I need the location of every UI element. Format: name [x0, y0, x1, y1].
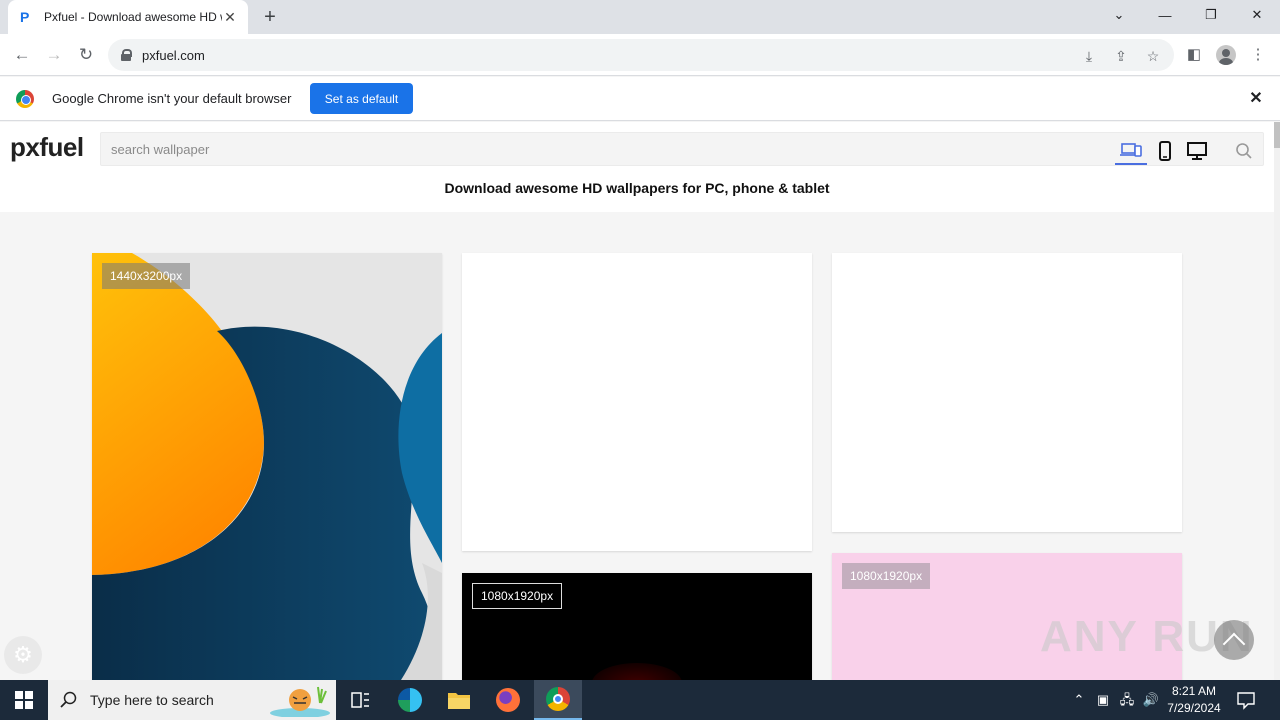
install-icon[interactable]: ⤓ — [1080, 47, 1098, 65]
search-input[interactable] — [101, 133, 1111, 165]
scroll-to-top-button[interactable] — [1214, 620, 1254, 660]
wallpaper-thumbnail — [592, 663, 682, 680]
close-tab-icon[interactable]: ✕ — [222, 9, 238, 25]
wallpaper-card[interactable]: 1440x3200px — [92, 253, 442, 680]
close-window-button[interactable]: ✕ — [1234, 0, 1280, 30]
bookmark-star-icon[interactable]: ☆ — [1144, 47, 1162, 65]
volume-icon[interactable]: 🔊 — [1142, 691, 1160, 709]
wallpaper-card[interactable] — [832, 253, 1182, 532]
scrollbar-thumb[interactable] — [1274, 122, 1280, 148]
browser-tab[interactable]: P Pxfuel - Download awesome HD wallpaper… — [8, 0, 248, 34]
task-view-icon[interactable] — [336, 680, 384, 720]
network-icon[interactable]: 🖧 — [1118, 691, 1136, 709]
pxfuel-favicon-icon: P — [20, 9, 30, 25]
resolution-label: 1080x1920px — [842, 563, 931, 589]
minimize-button[interactable]: — — [1142, 0, 1188, 30]
taskbar-search-text: Type here to search — [90, 692, 214, 708]
tab-title: Pxfuel - Download awesome HD wallpapers … — [44, 10, 222, 24]
desktop-icon[interactable] — [1181, 137, 1213, 165]
windows-start-icon[interactable] — [0, 680, 48, 720]
tab-search-icon[interactable]: ⌄ — [1096, 0, 1142, 30]
windows-taskbar: Type here to search ⌃ ▣ 🖧 🔊 8:21 AM 7/29… — [0, 680, 1280, 720]
default-browser-infobar: Google Chrome isn't your default browser… — [0, 77, 1280, 121]
tray-chevron-up-icon[interactable]: ⌃ — [1070, 691, 1088, 709]
resolution-label: 1440x3200px — [102, 263, 191, 289]
tab-strip: P Pxfuel - Download awesome HD wallpaper… — [0, 0, 1280, 34]
search-bar — [100, 132, 1264, 166]
reload-button[interactable]: ↻ — [74, 43, 98, 67]
notification-center-icon[interactable] — [1236, 690, 1256, 710]
wallpaper-card[interactable]: 1080x1920px — [462, 573, 812, 680]
share-icon[interactable]: ⇪ — [1112, 47, 1130, 65]
url-text: pxfuel.com — [142, 47, 205, 63]
set-as-default-button[interactable]: Set as default — [310, 83, 413, 114]
infobar-message: Google Chrome isn't your default browser — [52, 91, 292, 106]
chrome-taskbar-icon[interactable] — [534, 680, 582, 720]
forward-button[interactable]: → — [42, 43, 66, 67]
taskbar-search-box[interactable]: Type here to search — [48, 680, 336, 720]
tiger-search-highlight-icon — [260, 683, 332, 718]
site-header: pxfuel Download awesome HD wallpapers fo… — [0, 122, 1274, 212]
resolution-label: 1080x1920px — [472, 583, 563, 609]
page-content: pxfuel Download awesome HD wallpapers fo… — [0, 122, 1274, 680]
edge-icon[interactable] — [386, 680, 434, 720]
page-tagline: Download awesome HD wallpapers for PC, p… — [444, 180, 830, 196]
infobar-close-icon[interactable]: ✕ — [1246, 89, 1266, 109]
file-explorer-icon[interactable] — [435, 680, 483, 720]
firefox-icon[interactable] — [484, 680, 532, 720]
settings-gear-icon[interactable]: ⚙ — [4, 636, 42, 674]
chrome-logo-icon — [16, 90, 34, 108]
lock-icon[interactable] — [120, 49, 132, 61]
browser-toolbar: ← → ↻ pxfuel.com ⤓ ⇪ ☆ ◧ ⋮ — [0, 34, 1280, 76]
site-logo[interactable]: pxfuel — [10, 132, 84, 163]
phone-icon[interactable] — [1149, 137, 1181, 165]
search-icon[interactable] — [1228, 137, 1260, 165]
all-devices-icon[interactable] — [1115, 137, 1147, 165]
taskbar-clock[interactable]: 8:21 AM 7/29/2024 — [1160, 683, 1228, 717]
restore-button[interactable]: ❐ — [1188, 0, 1234, 30]
wallpaper-card[interactable] — [462, 253, 812, 551]
address-bar[interactable]: pxfuel.com ⤓ ⇪ ☆ — [108, 39, 1174, 71]
wallpaper-thumbnail — [92, 253, 442, 680]
clock-date: 7/29/2024 — [1167, 701, 1221, 715]
tray-device-icon[interactable]: ▣ — [1094, 691, 1112, 709]
side-panel-icon[interactable]: ◧ — [1182, 43, 1206, 67]
page-scrollbar[interactable] — [1274, 122, 1280, 680]
menu-kebab-icon[interactable]: ⋮ — [1246, 43, 1270, 67]
clock-time: 8:21 AM — [1171, 684, 1217, 698]
taskbar-search-icon — [60, 691, 77, 708]
profile-icon[interactable] — [1214, 43, 1238, 67]
back-button[interactable]: ← — [10, 43, 34, 67]
new-tab-button[interactable]: + — [258, 5, 282, 29]
